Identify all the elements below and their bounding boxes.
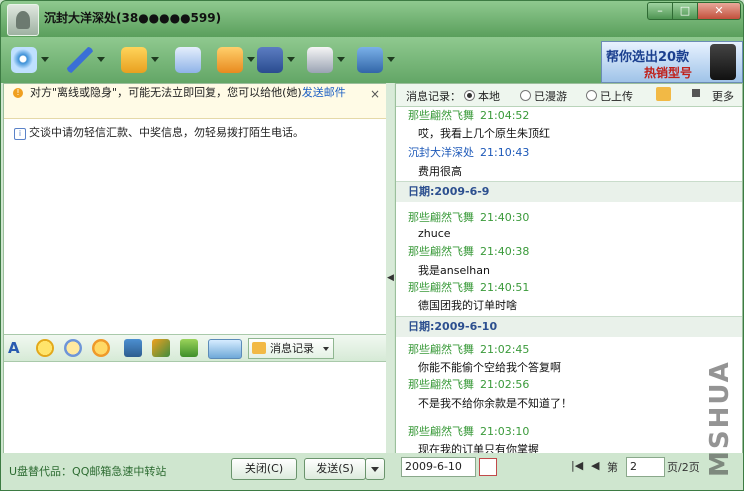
phone-image-icon [710, 44, 736, 80]
games-icon [307, 47, 333, 73]
message-text: 我是anselhan [418, 264, 490, 277]
panel-divider[interactable]: ◀ [386, 83, 394, 453]
page-input[interactable]: 2 [626, 457, 665, 477]
send-button[interactable]: 发送(S) [304, 458, 366, 480]
message-sender: 那些翩然飞舞 21:40:51 [408, 281, 530, 294]
message-sender: 那些翩然飞舞 21:02:56 [408, 378, 530, 391]
video-icon [11, 47, 37, 73]
radio-uploaded[interactable]: 已上传 [586, 88, 633, 104]
message-text: zhuce [418, 227, 451, 240]
offline-notice: ! 对方"离线或隐身"，可能无法立即回复，您可以给他(她)发送邮件 × [4, 84, 386, 119]
history-header: 消息记录： 本地 已漫游 已上传 更多 [396, 84, 742, 107]
email-icon [175, 47, 201, 73]
page-prefix: 第 [607, 461, 618, 474]
radio-local[interactable]: 本地 [464, 88, 500, 104]
message-history-label: 消息记录 [270, 342, 314, 355]
history-footer: 2009-6-10 |◀ ◀ 第 2 页/2页 [395, 453, 743, 490]
warning-icon: i [14, 128, 26, 140]
calendar-icon[interactable] [479, 458, 497, 476]
conversation-panel: ! 对方"离线或隐身"，可能无法立即回复，您可以给他(她)发送邮件 × i 交谈中… [3, 83, 387, 487]
watermark: MSHUA [705, 360, 735, 477]
maximize-button[interactable]: □ [672, 2, 698, 20]
history-log[interactable]: 那些翩然飞舞 21:04:52 哎，我看上几个原生朱顶红 沉封大洋深处 21:10:… [396, 107, 742, 453]
message-text: 德国团我的订单时啥 [418, 299, 517, 312]
contact-id-obscured: ●●●●●599) [138, 11, 222, 25]
send-options-button[interactable] [365, 458, 385, 480]
message-text: 费用很高 [418, 165, 462, 178]
sticker-icon[interactable] [92, 339, 110, 357]
toolbar: 帮你选出20款 热销型号 [1, 37, 743, 83]
speaker-icon[interactable] [692, 89, 700, 97]
close-button[interactable]: 关闭(C) [231, 458, 297, 480]
radio-local-label: 本地 [478, 90, 500, 103]
contact-name: 沉封大洋深处(38 [44, 11, 139, 25]
date-separator: 日期:2009-6-9 [396, 181, 742, 202]
date-separator: 日期:2009-6-10 [396, 316, 742, 337]
more-link[interactable]: 更多 [712, 88, 734, 104]
message-text: 哎，我看上几个原生朱顶红 [418, 127, 550, 140]
font-icon[interactable]: A [8, 339, 26, 357]
minimize-button[interactable]: – [647, 2, 673, 20]
ad-line-1: 帮你选出20款 [606, 50, 690, 65]
radio-uploaded-label: 已上传 [600, 90, 633, 103]
message-text: 不是我不给你余款是不知道了！ [418, 397, 572, 410]
page-total: 页/2页 [667, 461, 700, 474]
sms-icon [217, 47, 243, 73]
remote-assist-icon [257, 47, 283, 73]
info-icon: ! [13, 88, 23, 98]
radio-roamed[interactable]: 已漫游 [520, 88, 567, 104]
format-toolbar: A 消息记录 [4, 334, 386, 362]
message-sender: 那些翩然飞舞 21:40:38 [408, 245, 530, 258]
radio-roamed-label: 已漫游 [534, 90, 567, 103]
file-transfer-icon [121, 47, 147, 73]
music-icon[interactable] [180, 339, 198, 357]
message-text: 现在我的订单只有你掌握 [418, 443, 539, 453]
ad-line-2: 热销型号 [644, 66, 693, 80]
date-field[interactable]: 2009-6-10 [401, 457, 476, 477]
screenshot-icon[interactable] [152, 339, 170, 357]
window-title: 沉封大洋深处(38●●●●●599) [44, 9, 221, 26]
apps-icon [357, 47, 383, 73]
message-sender: 那些翩然飞舞 21:04:52 [408, 109, 530, 122]
previous-page-icon[interactable]: ◀ [591, 459, 599, 472]
emoticon-icon[interactable] [36, 339, 54, 357]
message-sender: 那些翩然飞舞 21:02:45 [408, 343, 530, 356]
first-page-icon[interactable]: |◀ [571, 459, 583, 472]
radio-dot [464, 90, 475, 101]
notice-text: 对方"离线或隐身"，可能无法立即回复，您可以给他(她) [30, 86, 302, 99]
radio-dot [586, 90, 597, 101]
history-label: 消息记录： [406, 90, 461, 103]
magic-face-icon[interactable] [64, 339, 82, 357]
close-icon[interactable]: × [370, 87, 380, 101]
chat-window: 沉封大洋深处(38●●●●●599) – □ ✕ 帮你选出20款 热销型号 ! … [0, 0, 744, 491]
ad-banner[interactable]: 帮你选出20款 热销型号 [601, 41, 743, 83]
promo-link[interactable]: U盘替代品：QQ邮箱急速中转站 [9, 463, 166, 479]
message-sender: 沉封大洋深处 21:10:43 [408, 146, 530, 159]
voice-icon [67, 47, 93, 73]
chevron-down-icon [323, 347, 329, 351]
message-input[interactable] [4, 362, 386, 456]
export-icon[interactable] [656, 87, 671, 101]
system-warning-text: 交谈中请勿轻信汇款、中奖信息，勿轻易拨打陌生电话。 [29, 126, 304, 139]
title-bar[interactable]: 沉封大洋深处(38●●●●●599) – □ ✕ [1, 1, 743, 37]
system-warning: i 交谈中请勿轻信汇款、中奖信息，勿轻易拨打陌生电话。 [14, 124, 304, 140]
radio-dot [520, 90, 531, 101]
collapse-arrow-icon[interactable]: ◀ [387, 273, 394, 283]
history-icon [252, 342, 266, 354]
avatar[interactable] [7, 4, 39, 36]
image-icon[interactable] [124, 339, 142, 357]
message-history-button[interactable]: 消息记录 [248, 338, 334, 359]
message-sender: 那些翩然飞舞 21:03:10 [408, 425, 530, 438]
close-window-button[interactable]: ✕ [697, 2, 741, 20]
send-email-link[interactable]: 发送邮件 [302, 86, 346, 99]
message-text: 你能不能偷个空给我个答复啊 [418, 361, 561, 374]
message-sender: 那些翩然飞舞 21:40:30 [408, 211, 530, 224]
mode-icon[interactable] [208, 339, 242, 359]
history-panel: 消息记录： 本地 已漫游 已上传 更多 那些翩然飞舞 21:04:52 哎，我看上… [395, 83, 743, 455]
